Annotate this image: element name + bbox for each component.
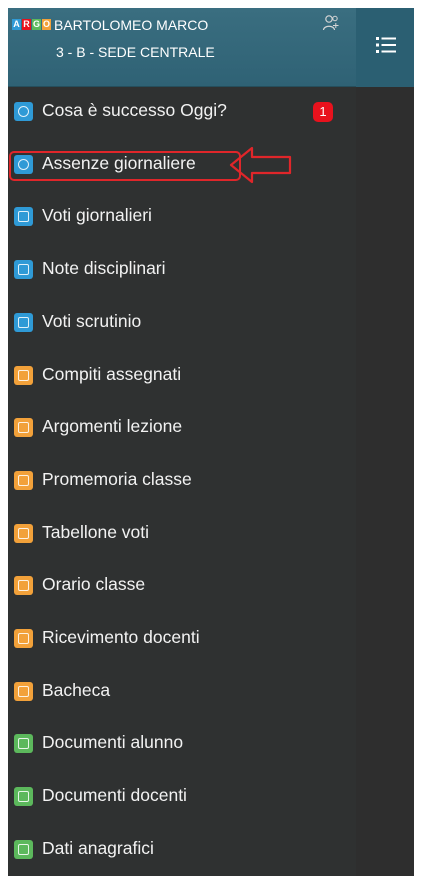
- menu-item-label: Documenti docenti: [42, 785, 187, 806]
- menu-item-grades[interactable]: Voti giornalieri: [8, 191, 356, 243]
- switch-profile-icon[interactable]: [322, 14, 340, 32]
- menu-item-label: Note disciplinari: [42, 258, 166, 279]
- reminder-icon: [14, 470, 33, 490]
- logo-letter: G: [32, 19, 41, 30]
- homework-icon: [14, 365, 33, 385]
- menu-item-bulletin-board[interactable]: Bacheca: [8, 666, 356, 718]
- logo-letter: A: [12, 19, 21, 30]
- content-area: [356, 87, 414, 876]
- personal-data-icon: [14, 839, 33, 859]
- menu-item-label: Argomenti lezione: [42, 416, 183, 437]
- navigation-drawer: A R G O BARTOLOMEO MARCO 3 - B - SEDE CE…: [8, 8, 356, 876]
- class-info: 3 - B - SEDE CENTRALE: [56, 44, 215, 60]
- menu-item-homework[interactable]: Compiti assegnati: [8, 350, 356, 402]
- menu-item-label: Voti scrutinio: [42, 310, 142, 331]
- info-icon: [14, 102, 33, 121]
- final-grades-icon: [14, 312, 33, 332]
- menu-item-personal-data[interactable]: Dati anagrafici: [8, 824, 356, 876]
- menu-list-icon[interactable]: [375, 34, 397, 56]
- student-documents-icon: [14, 734, 33, 754]
- menu-item-notes[interactable]: Note disciplinari: [8, 244, 356, 296]
- teacher-documents-icon: [14, 787, 33, 807]
- menu-item-label: Ricevimento docenti: [42, 627, 200, 647]
- menu-item-label: Bacheca: [42, 679, 111, 700]
- menu-item-grade-board[interactable]: Tabellone voti: [8, 508, 356, 560]
- notification-badge: 1: [313, 102, 333, 122]
- bulletin-board-icon: [14, 681, 33, 701]
- student-name: BARTOLOMEO MARCO: [54, 17, 209, 33]
- menu-item-lesson-topics[interactable]: Argomenti lezione: [8, 402, 356, 454]
- logo-letter: O: [42, 19, 51, 30]
- menu-item-info[interactable]: Cosa è successo Oggi? 1: [8, 86, 356, 138]
- notes-icon: [14, 260, 33, 280]
- menu-item-label: Documenti alunno: [42, 732, 184, 753]
- argo-logo: A R G O: [12, 19, 51, 30]
- app-screen: A R G O BARTOLOMEO MARCO 3 - B - SEDE CE…: [0, 0, 422, 884]
- menu-item-label: Promemoria classe: [42, 468, 192, 489]
- teacher-meeting-icon: [14, 629, 33, 648]
- menu-item-final-grades[interactable]: Voti scrutinio: [8, 297, 356, 349]
- lesson-topics-icon: [14, 418, 33, 438]
- menu-item-reminder[interactable]: Promemoria classe: [8, 455, 356, 507]
- drawer-header: A R G O BARTOLOMEO MARCO 3 - B - SEDE CE…: [8, 8, 356, 87]
- highlight-box: [9, 150, 241, 181]
- menu-item-teacher-documents[interactable]: Documenti docenti: [8, 771, 356, 823]
- menu-item-label: Orario classe: [42, 574, 146, 595]
- menu-item-label: Compiti assegnati: [42, 363, 182, 384]
- menu-item-absence[interactable]: Assenze giornaliere: [8, 139, 356, 191]
- grades-icon: [14, 207, 33, 227]
- menu-item-timetable[interactable]: Orario classe: [8, 560, 356, 612]
- menu-item-label: Voti giornalieri: [42, 205, 152, 226]
- menu-item-label: Tabellone voti: [42, 521, 150, 542]
- pointer-arrow-icon: [229, 146, 292, 183]
- menu-item-student-documents[interactable]: Documenti alunno: [8, 718, 356, 770]
- menu-item-label: Dati anagrafici: [42, 837, 154, 858]
- app-topbar: [356, 8, 414, 87]
- logo-letter: R: [22, 19, 31, 30]
- menu-item-teacher-meeting[interactable]: Ricevimento docenti: [8, 613, 356, 665]
- menu-item-label: Cosa è successo Oggi?: [42, 100, 227, 120]
- grade-board-icon: [14, 523, 33, 543]
- timetable-icon: [14, 576, 33, 596]
